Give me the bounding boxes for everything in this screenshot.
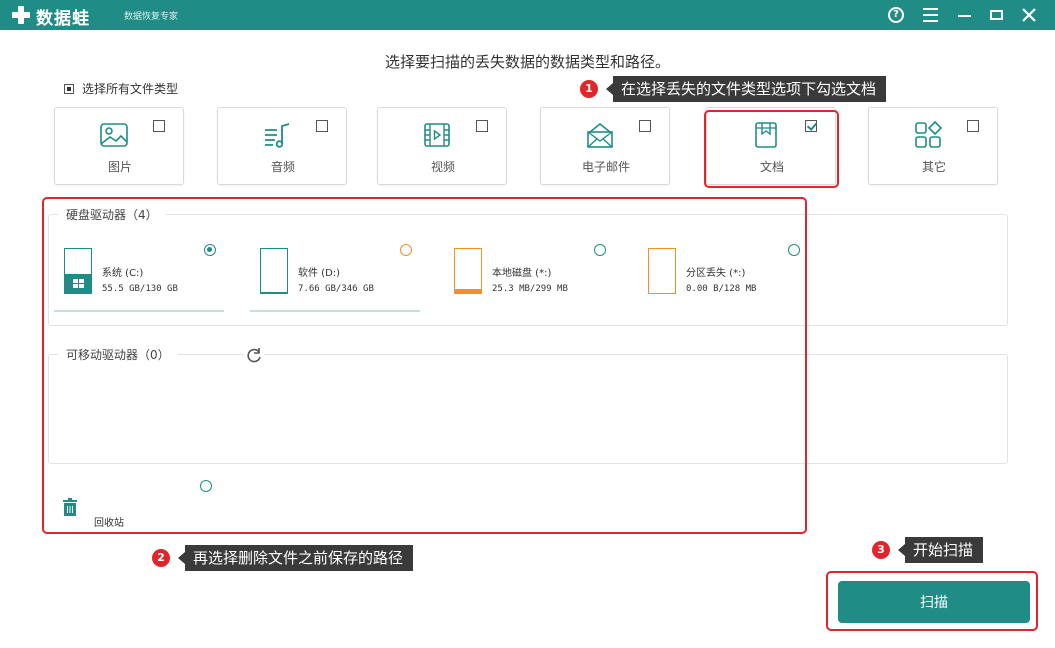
file-type-audio[interactable]: 音频 [217,107,347,185]
audio-icon [265,123,290,148]
step-3-callout: 开始扫描 [897,537,984,563]
step-badge: 3 [872,541,890,559]
step-badge: 2 [152,549,170,567]
file-type-label: 图片 [107,160,132,174]
minimize-icon[interactable] [952,2,978,28]
email-checkbox[interactable] [639,120,651,132]
maximize-icon[interactable] [984,2,1010,28]
other-icon [915,120,943,148]
file-type-images[interactable]: 图片 [54,107,184,185]
file-type-label: 其它 [921,160,946,174]
file-type-email[interactable]: 电子邮件 [540,107,670,185]
highlight-documents [704,110,839,188]
images-checkbox[interactable] [153,120,165,132]
page-heading: 选择要扫描的丢失数据的数据类型和路径。 [384,53,670,71]
file-type-label: 电子邮件 [581,160,630,174]
help-icon[interactable]: ? [884,2,910,28]
file-type-label: 视频 [430,160,455,174]
app-subtitle: 数据恢复专家 [124,12,179,22]
image-icon [100,123,128,147]
close-icon[interactable] [1016,2,1042,28]
step-2-callout: 再选择删除文件之前保存的路径 [177,545,414,571]
video-icon [424,123,450,147]
menu-icon[interactable] [918,2,944,28]
audio-checkbox[interactable] [316,120,328,132]
file-type-video[interactable]: 视频 [377,107,507,185]
file-type-label: 音频 [270,160,295,174]
highlight-paths [42,197,807,534]
other-checkbox[interactable] [967,120,979,132]
scan-button[interactable]: 扫描 [838,581,1030,623]
logo-icon [12,6,30,24]
step-1-callout: 在选择丢失的文件类型选项下勾选文档 [605,76,887,102]
file-type-other[interactable]: 其它 [868,107,998,185]
select-all-label: 选择所有文件类型 [82,82,179,96]
step-badge: 1 [580,80,598,98]
video-checkbox[interactable] [476,120,488,132]
app-name: 数据蛙 [36,9,90,29]
select-all-checkbox[interactable]: 选择所有文件类型 [64,80,178,97]
checkbox-icon [64,83,74,94]
email-icon [587,122,613,148]
title-bar: 数据蛙 数据恢复专家 ? [0,0,1055,30]
